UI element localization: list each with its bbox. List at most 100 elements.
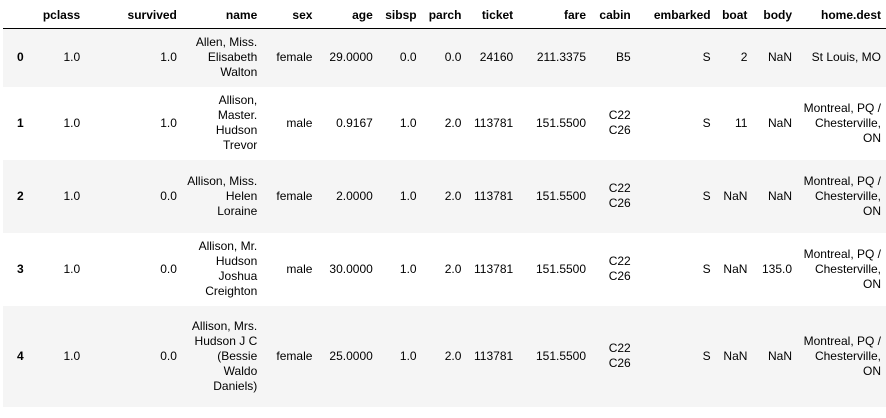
cell-pclass: 1.0 (63, 348, 81, 363)
cell-name: Allison, Mr. Hudson Joshua Creighton (198, 239, 258, 298)
cell-home-dest: Montreal, PQ / Chesterville, ON (803, 173, 881, 218)
dataframe-table: pclass survived name sex age sibsp parch… (3, 3, 886, 407)
cell-cabin: C22 C26 (608, 341, 631, 370)
cell-sibsp: 1.0 (399, 115, 417, 130)
cell-sex: female (276, 348, 313, 363)
column-header-parch: parch (421, 3, 467, 29)
cell-pclass: 1.0 (63, 115, 81, 130)
cell-parch: 2.0 (444, 261, 462, 276)
cell-ticket: 113781 (474, 115, 514, 130)
cell-fare: 151.5500 (535, 261, 587, 276)
cell-fare: 151.5500 (535, 188, 587, 203)
row-index: 4 (17, 348, 24, 363)
column-header-sibsp: sibsp (377, 3, 422, 29)
cell-embarked: S (702, 50, 711, 65)
cell-sibsp: 1.0 (399, 261, 417, 276)
column-header-sex: sex (262, 3, 318, 29)
cell-fare: 151.5500 (535, 348, 587, 363)
cell-name: Allison, Mrs. Hudson J C (Bessie Waldo D… (191, 318, 258, 393)
table-row: 2 1.0 0.0 Allison, Miss. Helen Loraine f… (3, 159, 886, 233)
cell-home-dest: Montreal, PQ / Chesterville, ON (803, 100, 881, 145)
cell-survived: 0.0 (160, 348, 177, 363)
row-index: 1 (17, 115, 24, 130)
cell-fare: 211.3375 (536, 50, 587, 65)
cell-embarked: S (702, 188, 711, 203)
cell-survived: 0.0 (160, 188, 177, 203)
cell-age: 30.0000 (329, 261, 373, 276)
cell-boat: NaN (723, 348, 748, 363)
cell-pclass: 1.0 (63, 50, 81, 65)
cell-pclass: 1.0 (63, 261, 81, 276)
table-row: 0 1.0 1.0 Allen, Miss. Elisabeth Walton … (3, 28, 886, 87)
cell-age: 29.0000 (329, 50, 373, 65)
cell-age: 2.0000 (336, 188, 373, 203)
table-row: 3 1.0 0.0 Allison, Mr. Hudson Joshua Cre… (3, 232, 886, 306)
table-body: 0 1.0 1.0 Allen, Miss. Elisabeth Walton … (3, 28, 886, 407)
column-header-body: body (752, 3, 798, 29)
cell-pclass: 1.0 (63, 188, 81, 203)
cell-embarked: S (702, 261, 711, 276)
cell-cabin: C22 C26 (608, 108, 631, 137)
cell-cabin: C22 C26 (608, 181, 631, 210)
cell-parch: 2.0 (444, 348, 462, 363)
cell-ticket: 113781 (474, 261, 514, 276)
cell-name: Allison, Master. Hudson Trevor (215, 93, 258, 152)
cell-boat: 2 (740, 50, 748, 65)
cell-body: NaN (768, 50, 793, 65)
cell-body: NaN (768, 115, 793, 130)
cell-age: 25.0000 (329, 348, 373, 363)
cell-boat: NaN (723, 188, 748, 203)
cell-boat: NaN (723, 261, 748, 276)
column-header-name: name (181, 3, 263, 29)
header-row: pclass survived name sex age sibsp parch… (3, 3, 886, 29)
cell-name: Allison, Miss. Helen Loraine (187, 173, 258, 218)
cell-survived: 1.0 (160, 50, 177, 65)
column-header-index (3, 3, 34, 29)
column-header-pclass: pclass (33, 3, 86, 29)
row-index: 2 (17, 188, 24, 203)
cell-ticket: 24160 (479, 50, 514, 65)
cell-fare: 151.5500 (535, 115, 587, 130)
cell-home-dest: Montreal, PQ / Chesterville, ON (803, 333, 881, 378)
column-header-fare: fare (518, 3, 592, 29)
cell-home-dest: St Louis, MO (811, 50, 881, 65)
cell-ticket: 113781 (474, 188, 514, 203)
column-header-boat: boat (715, 3, 753, 29)
cell-embarked: S (702, 115, 711, 130)
cell-body: 135.0 (762, 261, 793, 276)
cell-parch: 2.0 (444, 115, 462, 130)
column-header-ticket: ticket (466, 3, 519, 29)
cell-home-dest: Montreal, PQ / Chesterville, ON (803, 246, 881, 291)
column-header-survived: survived (85, 3, 182, 29)
cell-survived: 1.0 (160, 115, 177, 130)
cell-boat: 11 (734, 115, 748, 130)
cell-ticket: 113781 (474, 348, 514, 363)
cell-age: 0.9167 (336, 115, 373, 130)
cell-sex: male (286, 261, 313, 276)
column-header-home-dest: home.dest (797, 3, 886, 29)
row-index: 0 (17, 50, 24, 65)
cell-cabin: B5 (616, 50, 631, 65)
cell-sibsp: 1.0 (399, 188, 417, 203)
table-row: 4 1.0 0.0 Allison, Mrs. Hudson J C (Bess… (3, 305, 886, 407)
cell-body: NaN (768, 348, 793, 363)
dataframe-output: pclass survived name sex age sibsp parch… (3, 3, 886, 407)
column-header-cabin: cabin (591, 3, 636, 29)
cell-parch: 0.0 (444, 50, 462, 65)
cell-parch: 2.0 (444, 188, 462, 203)
row-index: 3 (17, 261, 24, 276)
table-row: 1 1.0 1.0 Allison, Master. Hudson Trevor… (3, 86, 886, 160)
cell-sibsp: 1.0 (399, 348, 417, 363)
cell-sex: female (276, 188, 313, 203)
cell-survived: 0.0 (160, 261, 177, 276)
cell-sex: male (286, 115, 313, 130)
cell-body: NaN (768, 188, 793, 203)
cell-cabin: C22 C26 (608, 254, 631, 283)
cell-embarked: S (702, 348, 711, 363)
cell-sibsp: 0.0 (399, 50, 417, 65)
column-header-embarked: embarked (635, 3, 716, 29)
cell-name: Allen, Miss. Elisabeth Walton (195, 35, 258, 80)
cell-sex: female (276, 50, 313, 65)
column-header-age: age (317, 3, 378, 29)
table-header: pclass survived name sex age sibsp parch… (3, 3, 886, 29)
